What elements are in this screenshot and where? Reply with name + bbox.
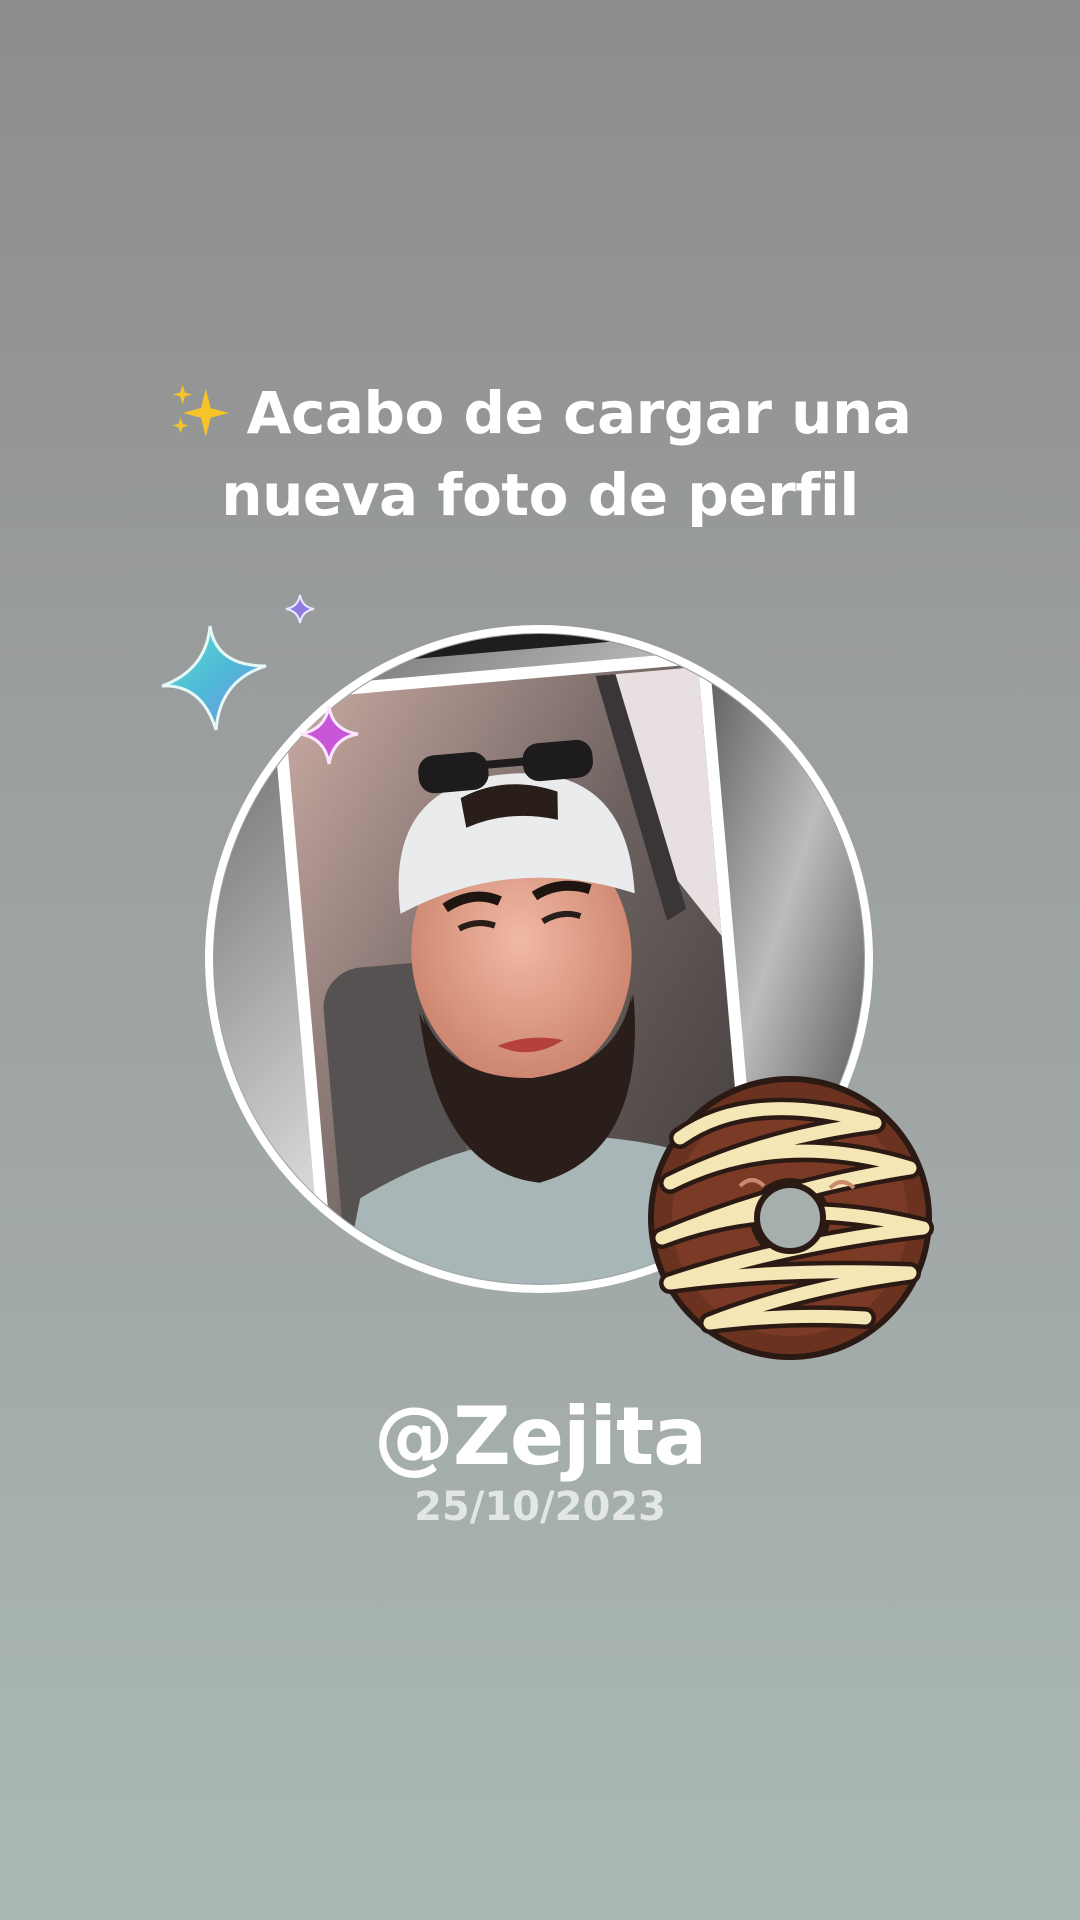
sparkles-icon bbox=[172, 384, 229, 438]
headline: Acabo de cargar una nueva foto de perfil bbox=[0, 372, 1080, 536]
donut-sticker bbox=[648, 1076, 934, 1360]
headline-line-2: nueva foto de perfil bbox=[221, 461, 859, 529]
headline-line-1: Acabo de cargar una bbox=[0, 372, 1080, 454]
star-icon-magenta bbox=[299, 705, 359, 765]
star-icon-teal bbox=[161, 625, 267, 731]
user-handle: @Zejita bbox=[373, 1390, 707, 1483]
star-icon-purple-small bbox=[285, 594, 315, 624]
headline-text-1: Acabo de cargar una bbox=[246, 379, 912, 447]
upload-date: 25/10/2023 bbox=[414, 1484, 666, 1530]
